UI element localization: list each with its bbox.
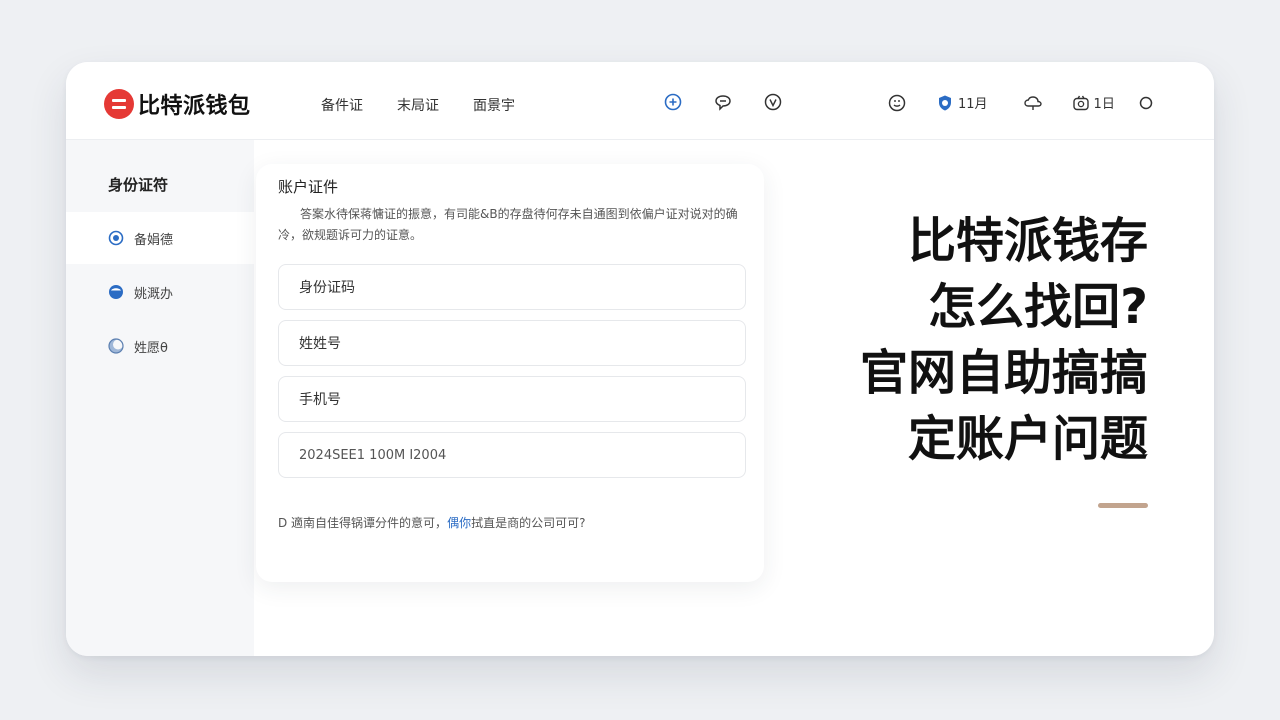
nav-item-2[interactable]: 末局证 (397, 95, 439, 115)
chat-bubble-icon[interactable] (714, 93, 732, 111)
brand-name: 比特派钱包 (138, 94, 251, 119)
date-field[interactable]: 2024SEE1 100M I2004 (278, 432, 746, 478)
app-window: 比特派钱包 备件证 末局证 面景宇 11月 1日 身份证符 备娟德 姚溉办 姓愿… (66, 62, 1214, 656)
id-number-field[interactable]: 身份证码 (278, 264, 746, 310)
sidebar: 身份证符 备娟德 姚溉办 姓愿θ (66, 140, 254, 656)
headline-line: 官网自助搞搞 (859, 345, 1148, 401)
form-footer: D 適南自佳得锅谭分件的意可，偶你拭直是商的公司可可? (278, 514, 585, 531)
sidebar-item-label: 姚溉办 (134, 286, 174, 302)
nav-item-1[interactable]: 备件证 (321, 95, 363, 115)
account-form-card: 账户证件 答案水待保蒋慵证的振意，有司能&B的存盘待何存未自通图到依偏户证对说对… (256, 164, 764, 582)
phone-field[interactable]: 手机号 (278, 376, 746, 422)
name-field[interactable]: 姓姓号 (278, 320, 746, 366)
camera-icon[interactable] (1072, 94, 1090, 112)
emoji-icon[interactable] (888, 94, 906, 112)
moon-icon (108, 338, 124, 354)
top-nav: 备件证 末局证 面景宇 (321, 95, 515, 115)
radio-icon (108, 230, 124, 246)
brand-logo[interactable]: 比特派钱包 (104, 88, 251, 120)
footer-link[interactable]: 偶你 (447, 516, 471, 530)
sidebar-item-label: 姓愿θ (134, 340, 168, 356)
day-label: 1日 (1093, 97, 1115, 112)
headline: 比特派钱存 怎么找回? 官网自助搞搞 定账户问题 (836, 208, 1148, 472)
top-bar: 比特派钱包 备件证 末局证 面景宇 11月 1日 (66, 62, 1214, 140)
toolbar-icons (664, 93, 782, 111)
sidebar-item-3[interactable]: 姓愿θ (66, 320, 254, 372)
sidebar-title: 身份证符 (108, 176, 169, 194)
clock-icon[interactable] (764, 93, 782, 111)
headline-line: 比特派钱存 (907, 213, 1148, 269)
logo-icon (104, 89, 134, 119)
cloud-icon[interactable] (1023, 94, 1042, 112)
footer-text: D 適南自佳得锅谭分件的意可， (278, 516, 448, 530)
form-title: 账户证件 (278, 178, 339, 196)
user-icon (109, 285, 123, 299)
headline-line: 定账户问题 (907, 411, 1148, 467)
add-circle-icon[interactable] (664, 93, 682, 111)
dot-icon[interactable] (1137, 94, 1155, 112)
shield-icon[interactable] (936, 94, 954, 112)
sidebar-item-2[interactable]: 姚溉办 (66, 266, 254, 318)
date-label: 11月 (958, 97, 988, 112)
form-description: 答案水待保蒋慵证的振意，有司能&B的存盘待何存未自通图到依偏户证对说对的确冷，欲… (278, 207, 738, 242)
status-icons: 11月 1日 (888, 93, 1155, 112)
nav-item-3[interactable]: 面景宇 (473, 95, 515, 115)
footer-suffix: 拭直是商的公司可可? (471, 516, 586, 530)
sidebar-item-label: 备娟德 (134, 232, 174, 248)
accent-divider (1098, 503, 1148, 508)
sidebar-item-1[interactable]: 备娟德 (66, 212, 254, 264)
headline-line: 怎么找回? (928, 279, 1148, 335)
